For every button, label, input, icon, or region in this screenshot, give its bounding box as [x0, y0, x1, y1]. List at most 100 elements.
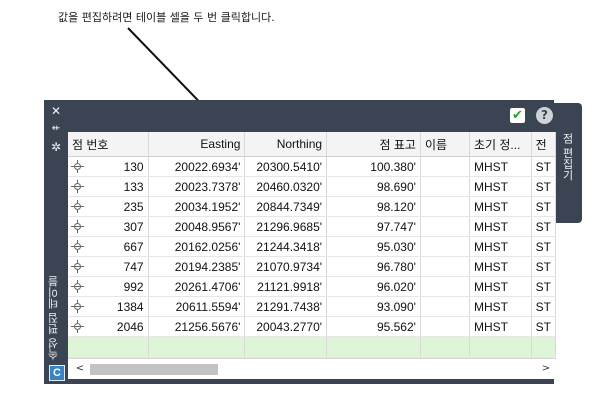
easting-cell[interactable]: 21256.5676' [148, 316, 246, 337]
full-description-cell[interactable]: ST [531, 216, 556, 237]
table-row[interactable]: 2046 21256.5676' 20043.2770' 95.562' MHST ST [68, 316, 556, 337]
easting-cell[interactable]: 20194.2385' [148, 256, 246, 277]
elevation-cell[interactable]: 98.120' [326, 196, 421, 217]
raw-description-cell[interactable]: MHST [469, 156, 532, 177]
scrollbar-thumb[interactable] [90, 364, 218, 375]
full-description-cell[interactable]: ST [531, 236, 556, 257]
elevation-cell[interactable]: 95.562' [326, 316, 421, 337]
easting-cell[interactable]: 20034.1952' [148, 196, 246, 217]
easting-cell[interactable]: 20022.6934' [148, 156, 246, 177]
new-point-cell[interactable] [68, 336, 149, 358]
table-row[interactable]: 307 20048.9567' 21296.9685' 97.747' MHST ST [68, 216, 556, 237]
column-header-elevation[interactable]: 점 표고 [326, 132, 421, 157]
table-row[interactable]: 747 20194.2385' 21070.9734' 96.780' MHST ST [68, 256, 556, 277]
auto-hide-icon[interactable]: ⇷ [48, 122, 64, 136]
point-number-cell[interactable]: 307 [68, 216, 149, 237]
northing-cell[interactable]: 21070.9734' [244, 256, 328, 277]
help-icon[interactable]: ? [536, 107, 553, 124]
elevation-cell[interactable]: 96.780' [326, 256, 421, 277]
column-header-name[interactable]: 이름 [420, 132, 470, 157]
easting-cell[interactable]: 20023.7378' [148, 176, 246, 197]
name-cell[interactable] [420, 256, 470, 277]
raw-description-cell[interactable]: MHST [469, 256, 532, 277]
raw-description-cell[interactable]: MHST [469, 276, 532, 297]
point-number-cell[interactable]: 747 [68, 256, 149, 277]
new-point-cell[interactable] [469, 336, 532, 358]
northing-cell[interactable]: 21291.7438' [244, 296, 328, 317]
point-number-cell[interactable]: 992 [68, 276, 149, 297]
new-point-row[interactable] [68, 336, 556, 358]
elevation-cell[interactable]: 100.380' [326, 156, 421, 177]
elevation-cell[interactable]: 96.020' [326, 276, 421, 297]
scroll-right-icon[interactable]: > [540, 362, 552, 376]
new-point-cell[interactable] [531, 336, 556, 358]
full-description-cell[interactable]: ST [531, 256, 556, 277]
name-cell[interactable] [420, 156, 470, 177]
table-row[interactable]: 1384 20611.5594' 21291.7438' 93.090' MHST ST [68, 296, 556, 317]
northing-cell[interactable]: 21244.3418' [244, 236, 328, 257]
full-description-cell[interactable]: ST [531, 176, 556, 197]
northing-cell[interactable]: 20460.0320' [244, 176, 328, 197]
northing-cell[interactable]: 21121.9918' [244, 276, 328, 297]
new-point-cell[interactable] [326, 336, 421, 358]
elevation-cell[interactable]: 98.690' [326, 176, 421, 197]
elevation-cell[interactable]: 93.090' [326, 296, 421, 317]
raw-description-cell[interactable]: MHST [469, 236, 532, 257]
column-header-raw-description[interactable]: 초기 정... [469, 132, 532, 157]
new-point-cell[interactable] [244, 336, 328, 358]
properties-icon[interactable]: ✲ [48, 140, 64, 154]
new-point-cell[interactable] [148, 336, 246, 358]
column-header-easting[interactable]: Easting [148, 132, 246, 157]
point-number-cell[interactable]: 1384 [68, 296, 149, 317]
northing-cell[interactable]: 20844.7349' [244, 196, 328, 217]
name-cell[interactable] [420, 216, 470, 237]
column-header-northing[interactable]: Northing [244, 132, 328, 157]
easting-cell[interactable]: 20611.5594' [148, 296, 246, 317]
scroll-left-icon[interactable]: < [74, 362, 86, 376]
apply-check-icon[interactable]: ✔ [510, 108, 525, 123]
raw-description-cell[interactable]: MHST [469, 316, 532, 337]
name-cell[interactable] [420, 316, 470, 337]
easting-cell[interactable]: 20162.0256' [148, 236, 246, 257]
northing-cell[interactable]: 21296.9685' [244, 216, 328, 237]
point-number-cell[interactable]: 235 [68, 196, 149, 217]
easting-cell[interactable]: 20048.9567' [148, 216, 246, 237]
point-number-cell[interactable]: 133 [68, 176, 149, 197]
name-cell[interactable] [420, 236, 470, 257]
close-icon[interactable]: ✕ [48, 104, 64, 118]
full-description-cell[interactable]: ST [531, 156, 556, 177]
name-cell[interactable] [420, 196, 470, 217]
point-number-cell[interactable]: 130 [68, 156, 149, 177]
raw-description-cell[interactable]: MHST [469, 196, 532, 217]
northing-cell[interactable]: 20300.5410' [244, 156, 328, 177]
new-point-cell[interactable] [420, 336, 470, 358]
name-cell[interactable] [420, 296, 470, 317]
point-number-value: 747 [123, 259, 144, 274]
point-number-value: 992 [123, 279, 144, 294]
name-cell[interactable] [420, 276, 470, 297]
elevation-cell[interactable]: 97.747' [326, 216, 421, 237]
point-number-cell[interactable]: 2046 [68, 316, 149, 337]
column-header-point-number[interactable]: 점 번호 [68, 132, 149, 157]
point-marker-icon [71, 300, 84, 313]
column-header-full-description[interactable]: 전 [531, 132, 556, 157]
northing-cell[interactable]: 20043.2770' [244, 316, 328, 337]
full-description-cell[interactable]: ST [531, 276, 556, 297]
elevation-cell[interactable]: 95.030' [326, 236, 421, 257]
easting-cell[interactable]: 20261.4706' [148, 276, 246, 297]
horizontal-scrollbar[interactable]: < > [68, 358, 556, 379]
full-description-cell[interactable]: ST [531, 316, 556, 337]
full-description-cell[interactable]: ST [531, 296, 556, 317]
full-description-cell[interactable]: ST [531, 196, 556, 217]
table-row[interactable]: 235 20034.1952' 20844.7349' 98.120' MHST ST [68, 196, 556, 217]
raw-description-cell[interactable]: MHST [469, 176, 532, 197]
name-cell[interactable] [420, 176, 470, 197]
raw-description-cell[interactable]: MHST [469, 296, 532, 317]
point-editor-tab[interactable]: 점 편집기 [554, 103, 582, 223]
table-row[interactable]: 992 20261.4706' 21121.9918' 96.020' MHST ST [68, 276, 556, 297]
point-number-cell[interactable]: 667 [68, 236, 149, 257]
table-row[interactable]: 667 20162.0256' 21244.3418' 95.030' MHST ST [68, 236, 556, 257]
table-row[interactable]: 130 20022.6934' 20300.5410' 100.380' MHST ST [68, 156, 556, 177]
raw-description-cell[interactable]: MHST [469, 216, 532, 237]
table-row[interactable]: 133 20023.7378' 20460.0320' 98.690' MHST ST [68, 176, 556, 197]
